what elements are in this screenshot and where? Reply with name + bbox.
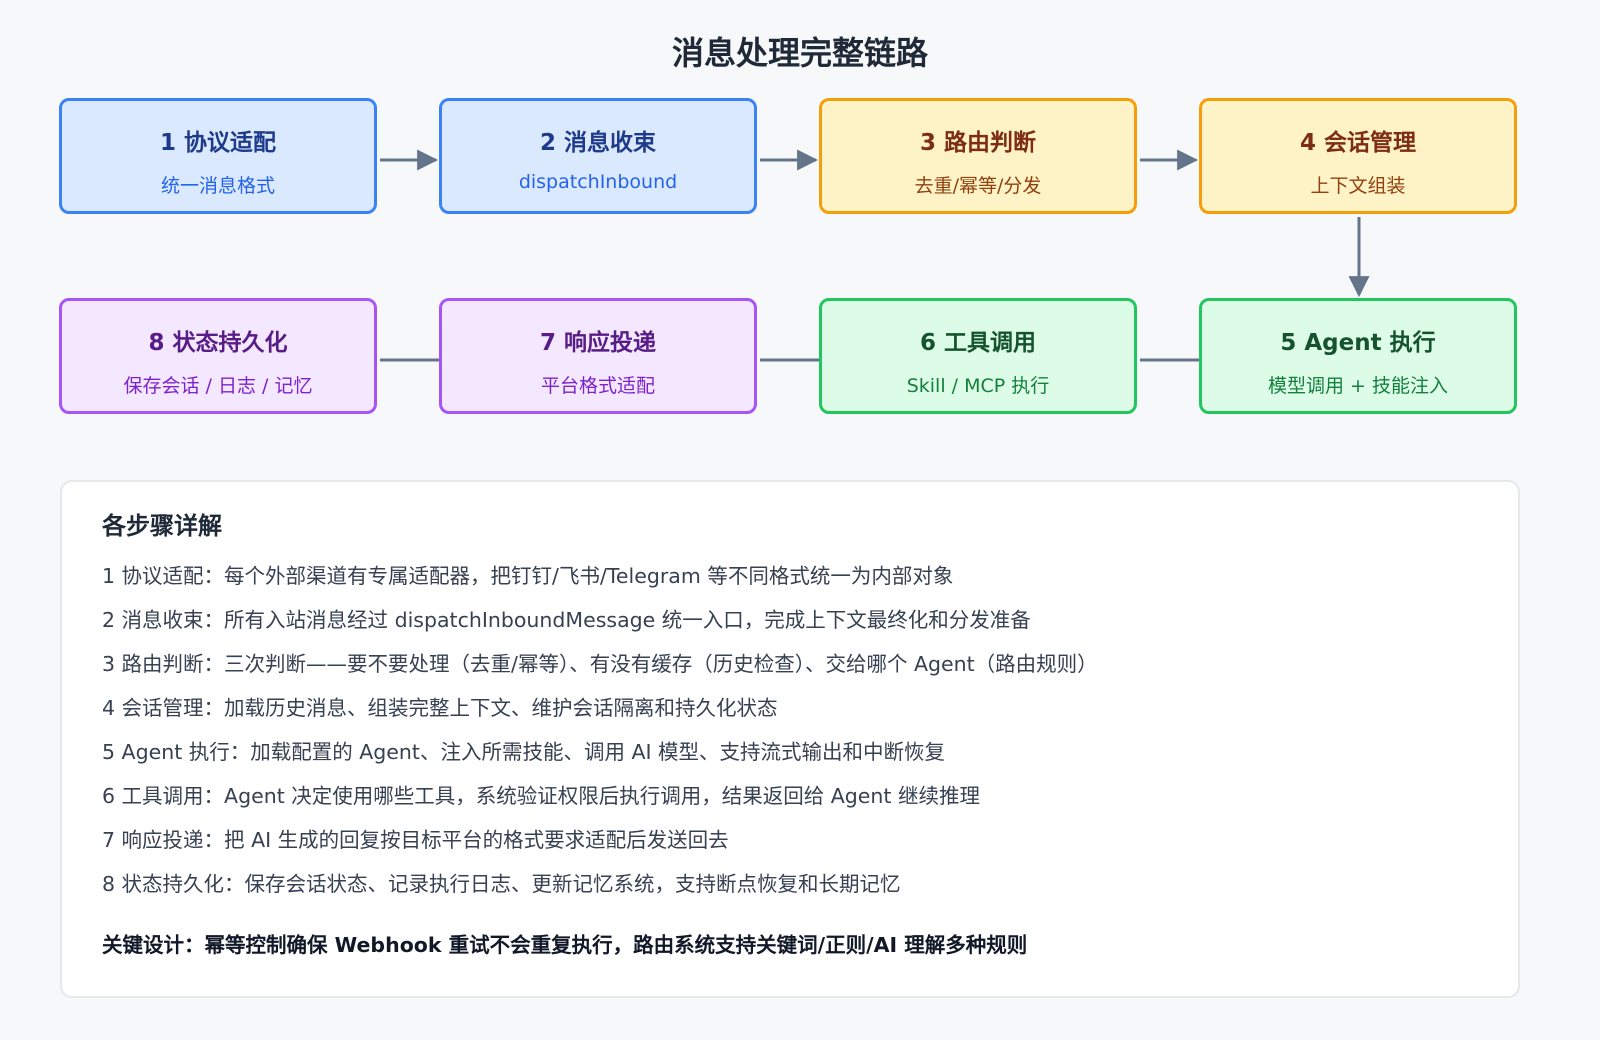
- step-5-agent-execution: 5 Agent 执行 模型调用 + 技能注入: [1199, 298, 1517, 414]
- step-title: 2 消息收束: [539, 130, 656, 156]
- step-subtitle: 上下文组装: [1310, 175, 1406, 197]
- detail-item: 5 Agent 执行：加载配置的 Agent、注入所需技能、调用 AI 模型、支…: [102, 740, 946, 764]
- page-title: 消息处理完整链路: [671, 34, 928, 72]
- step-title: 3 路由判断: [919, 130, 1036, 156]
- detail-item: 2 消息收束：所有入站消息经过 dispatchInboundMessage 统…: [102, 608, 1031, 632]
- step-7-response-delivery: 7 响应投递 平台格式适配: [439, 298, 757, 414]
- detail-item: 8 状态持久化：保存会话状态、记录执行日志、更新记忆系统，支持断点恢复和长期记忆: [102, 872, 901, 896]
- step-6-tool-call: 6 工具调用 Skill / MCP 执行: [819, 298, 1137, 414]
- step-title: 8 状态持久化: [148, 330, 288, 356]
- step-subtitle: dispatchInbound: [518, 171, 678, 193]
- step-4-session-management: 4 会话管理 上下文组装: [1199, 98, 1517, 214]
- detail-item: 7 响应投递：把 AI 生成的回复按目标平台的格式要求适配后发送回去: [102, 828, 729, 852]
- step-subtitle: Skill / MCP 执行: [906, 375, 1050, 397]
- step-title: 4 会话管理: [1299, 130, 1416, 156]
- step-2-message-converge: 2 消息收束 dispatchInbound: [439, 98, 757, 214]
- detail-item: 4 会话管理：加载历史消息、组装完整上下文、维护会话隔离和持久化状态: [102, 696, 778, 720]
- step-subtitle: 统一消息格式: [160, 175, 275, 197]
- step-subtitle: 模型调用 + 技能注入: [1268, 375, 1448, 397]
- details-heading: 各步骤详解: [102, 512, 222, 540]
- step-title: 7 响应投递: [539, 330, 656, 356]
- step-1-protocol-adapter: 1 协议适配 统一消息格式: [59, 98, 377, 214]
- step-subtitle: 去重/幂等/分发: [914, 175, 1042, 197]
- step-subtitle: 保存会话 / 日志 / 记忆: [123, 375, 313, 397]
- key-design-note: 关键设计：幂等控制确保 Webhook 重试不会重复执行，路由系统支持关键词/正…: [102, 933, 1028, 957]
- step-3-routing: 3 路由判断 去重/幂等/分发: [819, 98, 1137, 214]
- step-title: 1 协议适配: [159, 130, 276, 156]
- step-title: 5 Agent 执行: [1280, 330, 1436, 356]
- step-subtitle: 平台格式适配: [540, 375, 655, 397]
- details-panel: 各步骤详解 1 协议适配：每个外部渠道有专属适配器，把钉钉/飞书/Telegra…: [60, 480, 1520, 998]
- detail-item: 1 协议适配：每个外部渠道有专属适配器，把钉钉/飞书/Telegram 等不同格…: [102, 564, 954, 588]
- step-8-state-persistence: 8 状态持久化 保存会话 / 日志 / 记忆: [59, 298, 377, 414]
- step-title: 6 工具调用: [919, 330, 1036, 356]
- details-list: 1 协议适配：每个外部渠道有专属适配器，把钉钉/飞书/Telegram 等不同格…: [102, 554, 1098, 906]
- detail-item: 3 路由判断：三次判断——要不要处理（去重/幂等）、有没有缓存（历史检查）、交给…: [102, 652, 1098, 676]
- detail-item: 6 工具调用：Agent 决定使用哪些工具，系统验证权限后执行调用，结果返回给 …: [102, 784, 980, 808]
